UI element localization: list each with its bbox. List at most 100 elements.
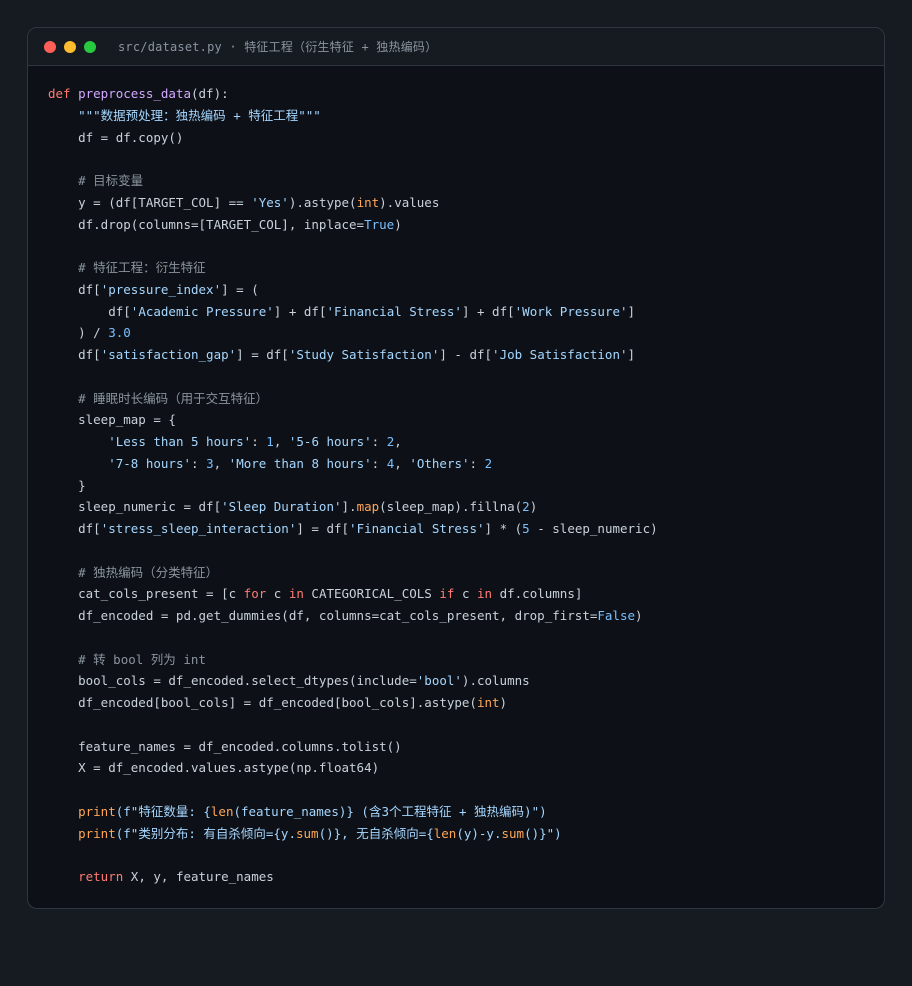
- code-token: # 独热编码（分类特征）: [48, 564, 219, 580]
- code-token: (y)-y.: [456, 825, 502, 841]
- code-window: src/dataset.py · 特征工程（衍生特征 + 独热编码） def p…: [27, 27, 885, 909]
- code-line: sleep_map = {: [48, 409, 658, 431]
- code-token: sum: [501, 825, 525, 841]
- code-token: 'Yes': [251, 194, 289, 210]
- code-token: y = (df[TARGET_COL] ==: [48, 194, 252, 210]
- code-token: False: [597, 608, 636, 623]
- code-token: 'Sleep Duration': [221, 499, 342, 515]
- code-token: df.drop(columns=[TARGET_COL], inplace=: [48, 216, 365, 232]
- code-token: ) /: [48, 325, 109, 341]
- code-token: len: [210, 803, 234, 819]
- code-token: (f"特征数量: {: [115, 803, 211, 819]
- code-token: ): [635, 608, 643, 623]
- code-token: ).columns: [461, 673, 530, 689]
- code-line: df_encoded[bool_cols] = df_encoded[bool_…: [48, 692, 658, 714]
- code-token: ,: [213, 455, 229, 471]
- code-token: :: [469, 455, 485, 471]
- code-token: 1: [266, 434, 274, 449]
- code-line: # 睡眠时长编码（用于交互特征）: [48, 388, 658, 410]
- code-token: :: [371, 455, 387, 471]
- code-token: ,: [394, 434, 402, 449]
- code-token: :: [191, 455, 207, 471]
- code-line: df['pressure_index'] = (: [48, 279, 658, 301]
- code-token: 'Less than 5 hours': [108, 434, 252, 449]
- code-line: y = (df[TARGET_COL] == 'Yes').astype(int…: [48, 192, 658, 214]
- code-token: (feature_names)} (含3个工程特征 + 独热编码)"): [233, 803, 547, 819]
- close-dot-icon[interactable]: [44, 40, 56, 53]
- code-line: cat_cols_present = [c for c in CATEGORIC…: [48, 583, 658, 605]
- code-line: }: [48, 475, 658, 497]
- code-token: ].: [341, 499, 357, 515]
- code-token: ,: [394, 455, 410, 471]
- code-token: '5-6 hours': [288, 434, 372, 449]
- code-token: cat_cols_present = [c: [48, 586, 244, 602]
- maximize-dot-icon[interactable]: [84, 40, 96, 53]
- code-token: df = df.copy(): [48, 129, 184, 145]
- code-token: 'Work Pressure': [514, 303, 628, 319]
- code-token: X = df_encoded.values.astype(np.float64): [48, 760, 380, 776]
- code-token: 3: [206, 455, 214, 471]
- code-token: :: [251, 434, 267, 449]
- code-token: ,: [273, 434, 289, 449]
- code-token: 'stress_sleep_interaction': [100, 521, 297, 536]
- code-block: def preprocess_data(df): """数据预处理：独热编码 +…: [48, 83, 658, 888]
- window-title: src/dataset.py · 特征工程（衍生特征 + 独热编码）: [118, 40, 438, 54]
- code-token: df[: [48, 347, 101, 362]
- code-token: df_encoded[bool_cols] = df_encoded[bool_…: [48, 695, 477, 710]
- code-token: ] + df[: [273, 303, 327, 319]
- code-token: - sleep_numeric): [529, 521, 658, 536]
- code-token: ): [499, 695, 508, 710]
- code-line: # 特征工程：衍生特征: [48, 257, 658, 279]
- code-token: 'bool': [416, 673, 462, 689]
- code-line: # 转 bool 列为 int: [48, 649, 658, 671]
- code-line: 'Less than 5 hours': 1, '5-6 hours': 2,: [48, 431, 658, 453]
- code-line: """数据预处理：独热编码 + 特征工程""": [48, 105, 658, 127]
- code-line: '7-8 hours': 3, 'More than 8 hours': 4, …: [48, 453, 658, 475]
- code-token: feature_names = df_encoded.columns.tolis…: [48, 738, 402, 754]
- code-token: ] = (: [221, 281, 259, 297]
- code-token: 'pressure_index': [100, 281, 222, 297]
- code-line: ) / 3.0: [48, 322, 658, 344]
- code-token: preprocess_data: [78, 86, 191, 101]
- code-token: ] = df[: [296, 521, 350, 536]
- code-token: '7-8 hours': [108, 455, 192, 471]
- code-token: ): [394, 216, 402, 232]
- code-token: ]: [627, 347, 636, 362]
- code-token: (f"类别分布: 有自杀倾向={y.: [115, 825, 296, 841]
- code-token: c: [454, 586, 477, 602]
- code-token: sleep_numeric = df[: [48, 499, 222, 515]
- code-token: ()}, 无自杀倾向={: [318, 825, 434, 841]
- code-token: ]: [627, 303, 636, 319]
- code-token: ] + df[: [461, 303, 515, 319]
- code-token: if: [439, 586, 455, 602]
- code-token: 3.0: [108, 325, 131, 341]
- code-line: feature_names = df_encoded.columns.tolis…: [48, 736, 658, 758]
- code-token: int: [356, 194, 380, 210]
- code-token: 'Financial Stress': [326, 303, 462, 319]
- code-token: c: [266, 586, 289, 602]
- code-token: ).astype(: [288, 194, 357, 210]
- code-line: print(f"类别分布: 有自杀倾向={y.sum()}, 无自杀倾向={le…: [48, 823, 658, 845]
- minimize-dot-icon[interactable]: [64, 40, 76, 53]
- code-token: True: [364, 216, 395, 232]
- code-token: def: [48, 86, 79, 101]
- code-token: 'Study Satisfaction': [288, 347, 440, 362]
- code-line: df_encoded = pd.get_dummies(df, columns=…: [48, 605, 658, 627]
- code-line: df['satisfaction_gap'] = df['Study Satis…: [48, 344, 658, 366]
- code-token: # 睡眠时长编码（用于交互特征）: [48, 390, 269, 406]
- code-token: 'Academic Pressure': [130, 303, 274, 319]
- code-token: (sleep_map).fillna(: [379, 499, 523, 515]
- code-token: df.columns]: [492, 586, 583, 602]
- code-token: ] - df[: [439, 347, 493, 362]
- code-line: def preprocess_data(df):: [48, 83, 658, 105]
- code-token: 'Financial Stress': [349, 521, 485, 536]
- code-token: int: [476, 695, 500, 710]
